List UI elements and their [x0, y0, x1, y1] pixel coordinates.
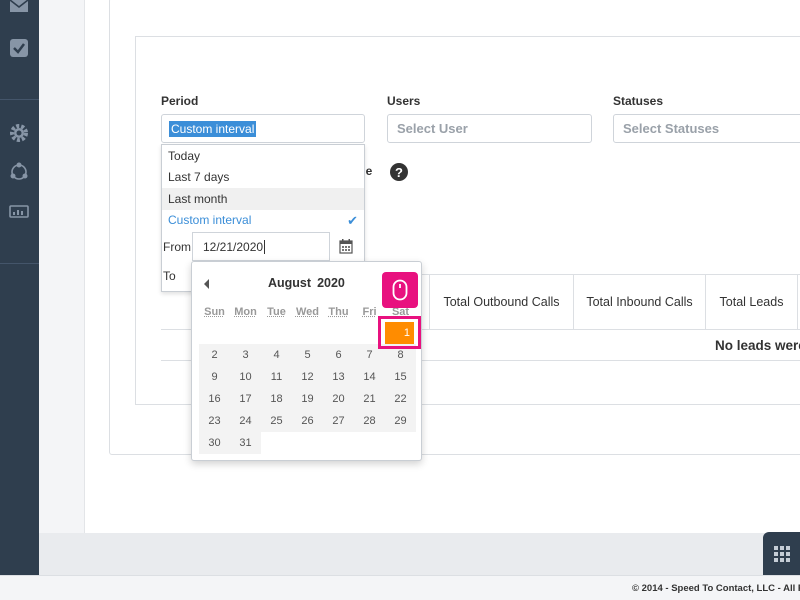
calendar-day[interactable]: 6 — [323, 344, 354, 366]
footer-copyright: © 2014 - Speed To Contact, LLC - All Ri — [632, 583, 800, 594]
users-label: Users — [387, 94, 420, 108]
calendar-day[interactable]: 13 — [323, 366, 354, 388]
calendar-day[interactable]: 14 — [354, 366, 385, 388]
empty-message: No leads were — [715, 338, 800, 353]
calendar-day[interactable]: 27 — [323, 410, 354, 432]
help-icon[interactable]: ? — [390, 163, 408, 181]
period-option-today[interactable]: Today — [162, 145, 364, 167]
grid-icon — [774, 546, 792, 562]
weekday-header: Thu — [323, 306, 354, 318]
datepicker-title: August 2020 — [268, 276, 351, 290]
calendar-day[interactable]: 24 — [230, 410, 261, 432]
calendar-day[interactable]: 31 — [230, 432, 261, 454]
calendar-day[interactable]: 17 — [230, 388, 261, 410]
statuses-label: Statuses — [613, 94, 663, 108]
check-square-icon[interactable] — [7, 36, 31, 60]
from-date-input[interactable]: 12/21/2020 — [192, 232, 330, 261]
sidebar — [0, 0, 39, 575]
calendar-day-selected[interactable]: 1 — [385, 322, 414, 344]
sidebar-divider — [0, 99, 39, 100]
period-option-last-month[interactable]: Last month — [162, 188, 364, 210]
weekday-header: Tue — [261, 306, 292, 318]
calendar-day[interactable]: 2 — [199, 344, 230, 366]
statuses-placeholder: Select Statuses — [623, 121, 719, 136]
calendar-day[interactable]: 12 — [292, 366, 323, 388]
calendar-day[interactable]: 30 — [199, 432, 230, 454]
sidebar-divider — [0, 263, 39, 264]
column-header[interactable]: Total Leads — [705, 275, 797, 329]
period-option-custom-interval[interactable]: Custom interval ✔ — [162, 210, 364, 232]
calendar-day[interactable]: 4 — [261, 344, 292, 366]
gear-icon[interactable] — [7, 121, 31, 145]
calendar-day[interactable]: 28 — [354, 410, 385, 432]
calendar-day[interactable]: 3 — [230, 344, 261, 366]
calendar-day[interactable]: 26 — [292, 410, 323, 432]
period-option-label: Custom interval — [168, 213, 251, 227]
period-label: Period — [161, 94, 198, 108]
column-header[interactable]: Total Inbound Calls — [573, 275, 705, 329]
checkmark-icon: ✔ — [347, 213, 358, 229]
weekday-header: Mon — [230, 306, 261, 318]
calendar-day[interactable]: 20 — [323, 388, 354, 410]
calendar-day[interactable]: 22 — [385, 388, 416, 410]
calendar-day[interactable]: 10 — [230, 366, 261, 388]
calendar-day[interactable]: 5 — [292, 344, 323, 366]
statuses-select[interactable]: Select Statuses — [613, 114, 800, 143]
calendar-day[interactable]: 23 — [199, 410, 230, 432]
datepicker-month: August — [268, 276, 311, 290]
monitor-chart-icon[interactable] — [7, 200, 31, 224]
weekday-header: Wed — [292, 306, 323, 318]
weekday-header: Sun — [199, 306, 230, 318]
prev-month-icon[interactable] — [204, 279, 209, 289]
calendar-day[interactable]: 29 — [385, 410, 416, 432]
calendar-day[interactable]: 18 — [261, 388, 292, 410]
share-nodes-icon[interactable] — [7, 160, 31, 184]
to-label: To — [163, 269, 176, 283]
period-selected-value: Custom interval — [169, 121, 256, 137]
users-placeholder: Select User — [397, 121, 468, 136]
column-header[interactable]: Total Outbound Calls — [429, 275, 573, 329]
footer: © 2014 - Speed To Contact, LLC - All Ri — [0, 575, 800, 600]
calendar-day[interactable]: 19 — [292, 388, 323, 410]
calendar-day[interactable]: 25 — [261, 410, 292, 432]
from-date-value: 12/21/2020 — [203, 240, 263, 254]
calendar-day[interactable]: 9 — [199, 366, 230, 388]
apps-grid-button[interactable] — [763, 532, 800, 575]
calendar-day[interactable]: 11 — [261, 366, 292, 388]
period-select[interactable]: Custom interval — [161, 114, 365, 143]
calendar-icon[interactable] — [339, 238, 353, 254]
mail-icon[interactable] — [7, 0, 31, 18]
mouse-icon — [382, 272, 418, 308]
calendar-day[interactable]: 21 — [354, 388, 385, 410]
from-label: From — [163, 240, 191, 254]
users-select[interactable]: Select User — [387, 114, 592, 143]
period-option-last-7-days[interactable]: Last 7 days — [162, 167, 364, 189]
calendar-day[interactable]: 15 — [385, 366, 416, 388]
from-row: From 12/21/2020 — [162, 232, 366, 262]
calendar-day[interactable]: 16 — [199, 388, 230, 410]
text-caret — [264, 240, 265, 254]
datepicker-year: 2020 — [317, 276, 345, 290]
